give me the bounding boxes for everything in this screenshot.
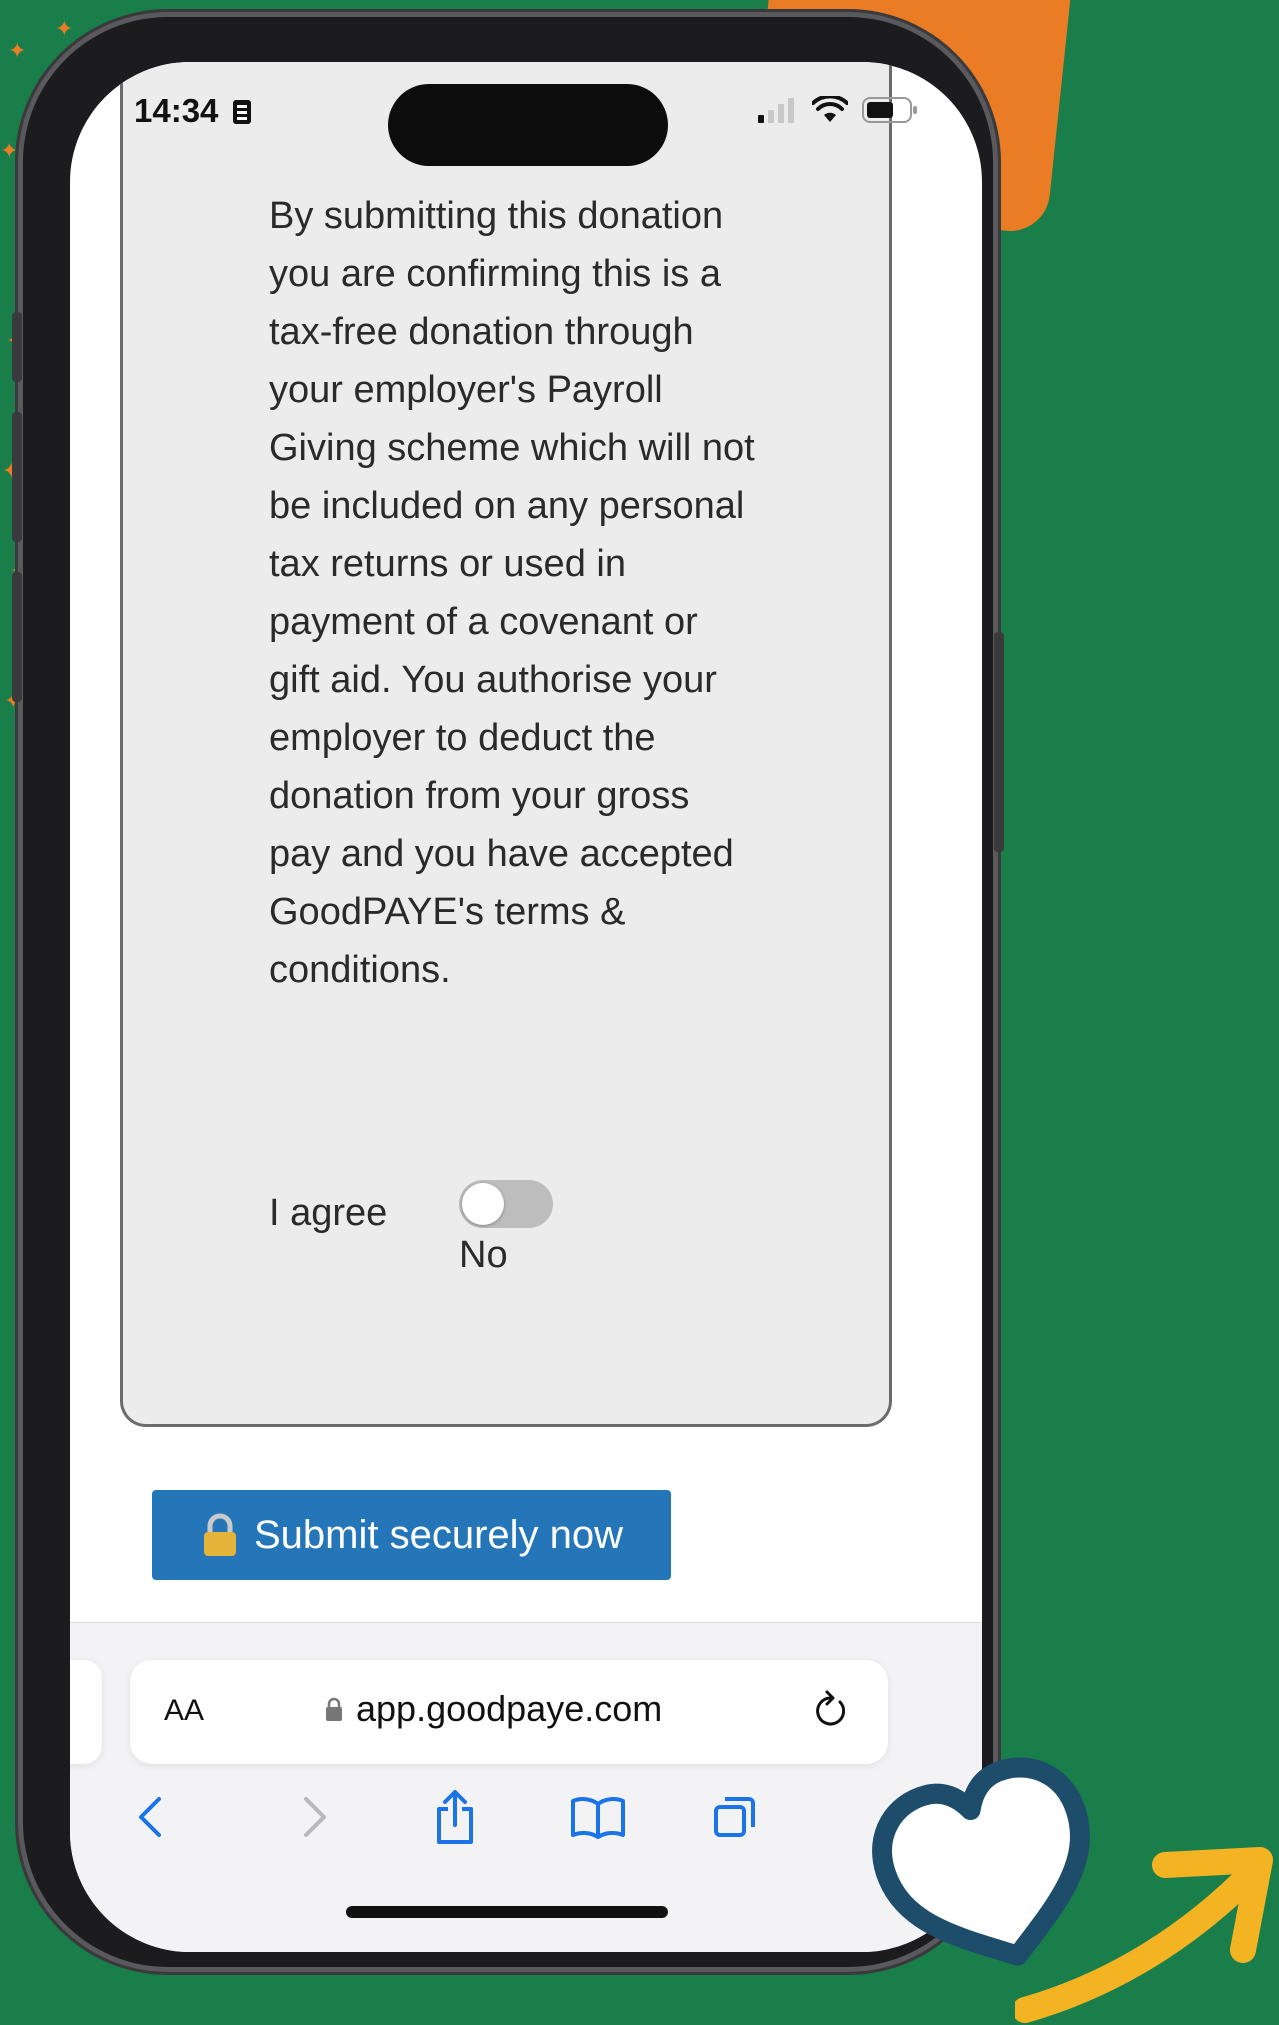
sparkle-decoration: ✦: [8, 38, 27, 63]
reload-icon[interactable]: [810, 1688, 850, 1732]
forward-button[interactable]: [280, 1782, 350, 1852]
tabs-button[interactable]: [700, 1782, 770, 1852]
status-time: 14:34: [134, 92, 252, 130]
wifi-icon: [812, 96, 848, 122]
bookmarks-icon: [571, 1797, 625, 1839]
signal-icon: [758, 98, 794, 123]
sparkle-decoration: ✦: [0, 138, 19, 163]
consent-statement: By submitting this donation you are conf…: [269, 195, 755, 991]
consent-card: By submitting this donation you are conf…: [120, 62, 892, 1427]
bookmarks-button[interactable]: [563, 1782, 633, 1852]
agree-toggle[interactable]: [459, 1180, 553, 1228]
text-size-button[interactable]: AA: [164, 1694, 204, 1728]
status-icons: [758, 96, 918, 124]
phone-frame: By submitting this donation you are conf…: [12, 12, 1004, 1972]
phone-screen: By submitting this donation you are conf…: [70, 62, 982, 1952]
mute-switch: [12, 312, 22, 382]
submit-button-label: Submit securely now: [253, 1512, 624, 1557]
lock-icon: [203, 1513, 236, 1556]
toggle-knob: [462, 1183, 504, 1225]
dynamic-island: [388, 84, 668, 166]
sparkle-decoration: ✦: [55, 16, 74, 41]
toggle-state-text: No: [459, 1234, 508, 1276]
volume-up-button: [12, 412, 22, 542]
browser-toolbar: [70, 1782, 982, 1862]
clock-text: 14:34: [134, 92, 219, 129]
back-icon: [139, 1797, 161, 1837]
id-card-icon: [232, 100, 251, 124]
back-button[interactable]: [115, 1782, 185, 1852]
previous-tab-edge[interactable]: [70, 1660, 102, 1764]
power-button: [994, 632, 1004, 852]
url-text: app.goodpaye.com: [356, 1688, 663, 1729]
home-indicator: [346, 1906, 668, 1918]
battery-icon: [862, 97, 917, 123]
arrow-icon: [1015, 1847, 1273, 2023]
url-display[interactable]: app.goodpaye.com: [324, 1688, 662, 1730]
address-bar[interactable]: AA app.goodpaye.com: [130, 1660, 888, 1764]
share-icon: [437, 1790, 473, 1844]
padlock-icon: [326, 1697, 342, 1721]
agree-label: I agree: [269, 1192, 388, 1234]
share-button[interactable]: [420, 1782, 490, 1852]
submit-securely-button[interactable]: Submit securely now: [152, 1490, 671, 1580]
tabs-icon: [714, 1797, 755, 1837]
forward-icon: [304, 1797, 326, 1837]
volume-down-button: [12, 572, 22, 702]
